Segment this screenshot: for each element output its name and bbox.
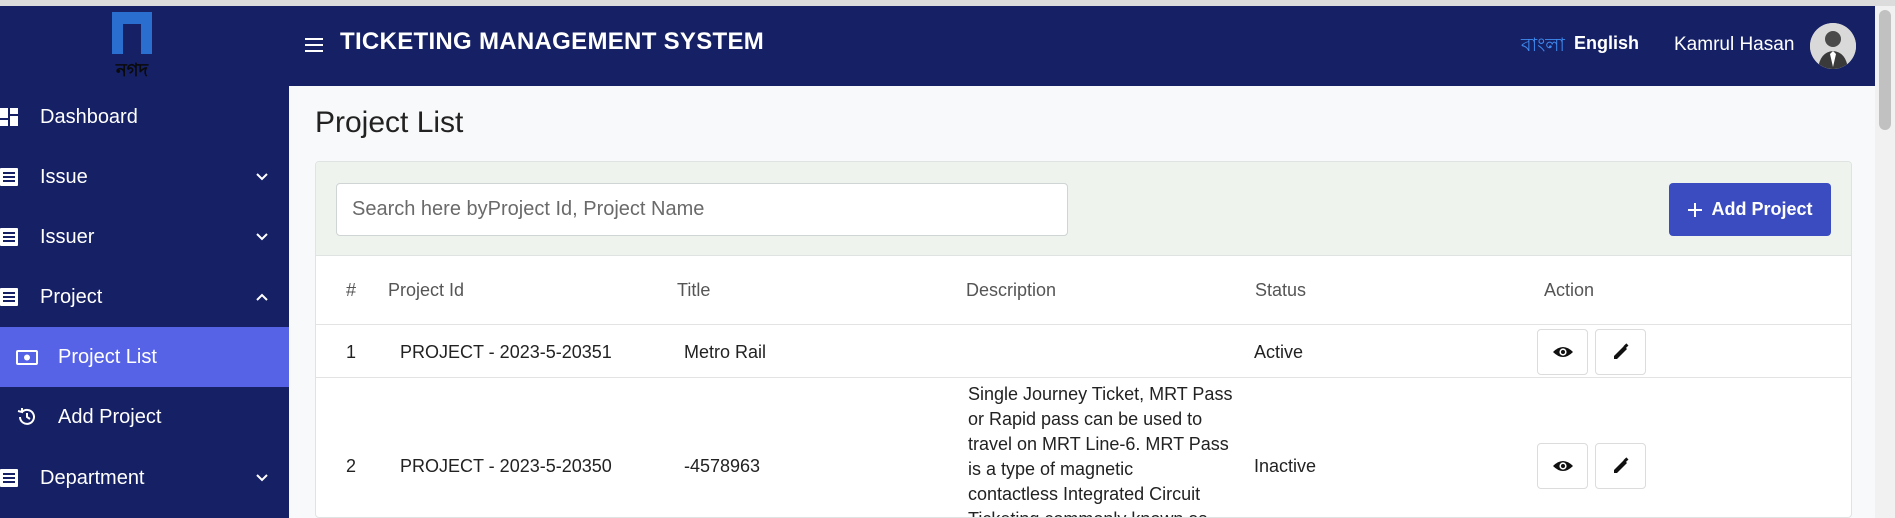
column-header-action: Action xyxy=(1544,280,1595,300)
sidebar-subitem-project-list[interactable]: Project List xyxy=(0,327,289,387)
list-icon xyxy=(0,469,18,487)
row-status: Inactive xyxy=(1254,456,1317,476)
row-number: 1 xyxy=(346,342,357,362)
sidebar-item-dashboard[interactable]: Dashboard xyxy=(0,87,289,147)
row-title: Metro Rail xyxy=(684,342,767,362)
description-line: is a type of magnetic xyxy=(968,459,1134,479)
add-project-label: Add Project xyxy=(1711,199,1813,219)
chevron-down-icon xyxy=(256,233,268,241)
chevron-down-icon xyxy=(256,173,268,181)
main-content: Project List Add Project # Project Id Ti… xyxy=(289,86,1875,518)
edit-button[interactable] xyxy=(1595,443,1646,489)
sidebar-subitem-add-project[interactable]: Add Project xyxy=(0,387,289,447)
language-english-link[interactable]: English xyxy=(1574,33,1639,54)
pencil-icon xyxy=(1613,343,1628,359)
column-header-number: # xyxy=(346,280,357,300)
chevron-down-icon xyxy=(256,474,268,482)
sidebar-item-label: Issuer xyxy=(40,225,95,248)
column-header-project-id: Project Id xyxy=(388,280,465,300)
app-title: TICKETING MANAGEMENT SYSTEM xyxy=(340,28,765,55)
row-project-id: PROJECT - 2023-5-20350 xyxy=(400,456,612,476)
row-number: 2 xyxy=(346,456,357,476)
card-toolbar: Add Project xyxy=(316,162,1851,256)
page-scrollbar[interactable] xyxy=(1875,6,1895,518)
sidebar-item-label: Issue xyxy=(40,165,88,188)
description-line: contactless Integrated Circuit xyxy=(968,484,1201,504)
chevron-up-icon xyxy=(256,293,268,301)
top-header: TICKETING MANAGEMENT SYSTEM বাংলা Englis… xyxy=(289,6,1875,86)
description-line: Single Journey Ticket, MRT Pass xyxy=(968,384,1233,404)
pencil-icon xyxy=(1613,457,1628,473)
column-header-title: Title xyxy=(677,280,711,300)
page-title: Project List xyxy=(315,106,464,139)
view-button[interactable] xyxy=(1537,329,1588,375)
logo-mark xyxy=(112,12,152,54)
description-line: Ticketing commonly known as xyxy=(968,507,1248,517)
avatar[interactable] xyxy=(1810,23,1856,69)
row-title: -4578963 xyxy=(684,456,761,476)
list-icon xyxy=(0,288,18,306)
scrollbar-thumb[interactable] xyxy=(1879,10,1891,130)
list-icon xyxy=(0,168,18,186)
add-project-button[interactable]: Add Project xyxy=(1669,183,1831,236)
sidebar-item-project[interactable]: Project xyxy=(0,267,289,327)
search-input[interactable] xyxy=(336,183,1068,236)
sidebar-item-issuer[interactable]: Issuer xyxy=(0,207,289,267)
list-icon xyxy=(0,228,18,246)
user-name[interactable]: Kamrul Hasan xyxy=(1674,34,1794,56)
sidebar-item-label: Dashboard xyxy=(40,105,138,128)
view-button[interactable] xyxy=(1537,443,1588,489)
dashboard-icon xyxy=(0,108,18,126)
history-icon xyxy=(17,408,35,425)
description-line: or Rapid pass can be used to xyxy=(968,409,1203,429)
logo[interactable]: নগদ xyxy=(108,12,156,81)
edit-button[interactable] xyxy=(1595,329,1646,375)
sidebar-item-issue[interactable]: Issue xyxy=(0,147,289,207)
sidebar: নগদ Dashboard Issue Issuer Project Proje… xyxy=(0,6,289,518)
project-list-card: Add Project # Project Id Title Descripti… xyxy=(315,161,1852,518)
eye-icon xyxy=(1552,461,1573,471)
user-avatar-icon xyxy=(1810,23,1856,69)
column-header-description: Description xyxy=(966,280,1057,300)
eye-icon xyxy=(1552,347,1573,357)
row-project-id: PROJECT - 2023-5-20351 xyxy=(400,342,612,362)
row-description: Single Journey Ticket, MRT Pass or Rapid… xyxy=(968,382,1248,517)
language-bangla-link[interactable]: বাংলা xyxy=(1521,31,1565,63)
description-line: travel on MRT Line-6. MRT Pass xyxy=(968,434,1229,454)
row-status: Active xyxy=(1254,342,1304,362)
column-header-status: Status xyxy=(1255,280,1307,300)
row-divider xyxy=(316,377,1851,378)
hamburger-menu-icon[interactable] xyxy=(305,37,323,53)
sidebar-subitem-label: Project List xyxy=(58,345,157,368)
plus-icon xyxy=(1688,202,1703,217)
header-divider xyxy=(316,324,1851,325)
sidebar-item-label: Department xyxy=(40,466,145,489)
logo-text: নগদ xyxy=(116,60,148,81)
sidebar-item-department[interactable]: Department xyxy=(0,448,289,508)
sidebar-subitem-label: Add Project xyxy=(58,405,162,428)
money-icon xyxy=(16,350,38,365)
sidebar-item-label: Project xyxy=(40,285,103,308)
